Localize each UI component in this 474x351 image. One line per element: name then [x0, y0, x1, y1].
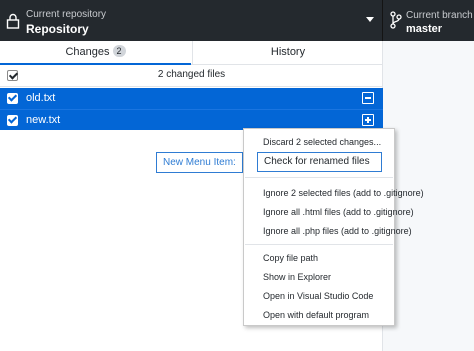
file-added-icon	[362, 114, 374, 126]
menu-item-show-in-explorer[interactable]: Show in Explorer	[244, 268, 394, 286]
file-name: new.txt	[26, 114, 61, 126]
repository-subtitle: Current repository	[26, 9, 107, 20]
repository-name: Repository	[26, 22, 89, 36]
menu-item-ignore-php-files[interactable]: Ignore all .php files (add to .gitignore…	[244, 222, 412, 240]
file-list-item[interactable]: new.txt	[0, 109, 383, 130]
menu-item-ignore-selected-files[interactable]: Ignore 2 selected files (add to .gitigno…	[244, 184, 424, 202]
current-branch-button[interactable]: Current branch master	[383, 0, 474, 41]
file-checkbox[interactable]	[7, 115, 18, 126]
file-deleted-icon	[362, 92, 374, 104]
file-checkbox[interactable]	[7, 93, 18, 104]
tab-changes[interactable]: Changes 2	[0, 41, 191, 65]
file-list-item[interactable]: old.txt	[0, 88, 383, 109]
menu-separator	[245, 177, 393, 178]
menu-item-open-in-vscode[interactable]: Open in Visual Studio Code	[244, 287, 394, 305]
changes-count-badge: 2	[112, 45, 126, 57]
menu-item-copy-file-path[interactable]: Copy file path	[244, 249, 394, 267]
tab-history-label: History	[270, 46, 306, 58]
branch-name: master	[406, 23, 443, 35]
menu-item-ignore-html-files[interactable]: Ignore all .html files (add to .gitignor…	[244, 203, 414, 221]
branch-subtitle: Current branch	[406, 10, 473, 21]
menu-separator	[245, 244, 393, 245]
lock-icon	[6, 13, 20, 29]
app-toolbar: Current repository Repository Current br…	[0, 0, 474, 41]
changed-files-summary: 2 changed files	[157, 69, 226, 80]
git-branch-icon	[390, 11, 402, 29]
menu-item-check-renamed-files[interactable]: Check for renamed files	[257, 152, 382, 172]
new-menu-item-annotation: New Menu Item:	[156, 152, 243, 173]
select-all-row: 2 changed files	[0, 65, 383, 87]
menu-item-discard-changes[interactable]: Discard 2 selected changes...	[244, 133, 394, 151]
file-name: old.txt	[26, 92, 56, 104]
tab-history[interactable]: History	[192, 41, 383, 65]
menu-item-open-default-program[interactable]: Open with default program	[244, 306, 394, 324]
current-repository-button[interactable]: Current repository Repository	[0, 0, 383, 41]
chevron-down-icon	[366, 17, 374, 22]
context-menu: Discard 2 selected changes... Check for …	[243, 128, 424, 326]
tab-changes-label: Changes	[65, 46, 110, 58]
tab-bar: Changes 2 History	[0, 41, 383, 65]
